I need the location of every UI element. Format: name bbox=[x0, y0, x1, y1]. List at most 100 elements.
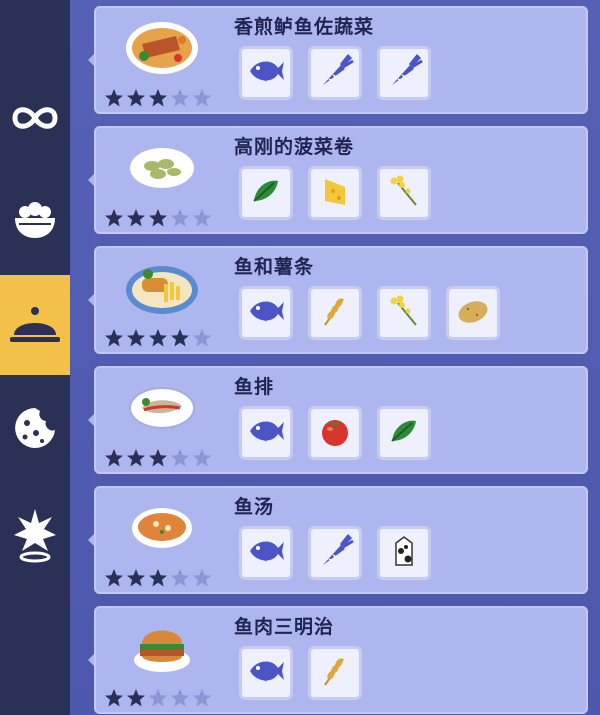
star-empty-icon bbox=[170, 88, 190, 112]
star-empty-icon bbox=[192, 328, 212, 352]
star-rating bbox=[104, 568, 212, 592]
ingredient-slot[interactable] bbox=[308, 166, 362, 220]
star-filled-icon bbox=[126, 208, 146, 232]
card-pointer bbox=[88, 174, 94, 186]
card-pointer bbox=[88, 534, 94, 546]
recipe-name: 高刚的菠菜卷 bbox=[234, 136, 355, 158]
fish-icon bbox=[246, 294, 286, 332]
star-empty-icon bbox=[170, 208, 190, 232]
category-dishes[interactable] bbox=[0, 275, 70, 375]
ingredient-slot[interactable] bbox=[377, 406, 431, 460]
card-pointer bbox=[88, 294, 94, 306]
star-filled-icon bbox=[126, 448, 146, 472]
star-burst-icon bbox=[14, 509, 56, 563]
ingredient-list bbox=[239, 526, 431, 580]
fish-icon bbox=[246, 414, 286, 452]
star-filled-icon bbox=[126, 88, 146, 112]
star-empty-icon bbox=[192, 208, 212, 232]
star-filled-icon bbox=[104, 328, 124, 352]
dish-image bbox=[124, 376, 200, 436]
tomato-icon bbox=[315, 411, 355, 455]
milk-icon bbox=[384, 531, 424, 575]
star-rating bbox=[104, 328, 212, 352]
recipe-list: 香煎鲈鱼佐蔬菜 高刚的菠菜卷 鱼和薯条鱼排鱼汤鱼肉三明治 bbox=[70, 0, 600, 715]
ingredient-slot[interactable] bbox=[308, 406, 362, 460]
category-sidebar bbox=[0, 0, 70, 715]
star-empty-icon bbox=[192, 448, 212, 472]
card-pointer bbox=[88, 414, 94, 426]
fish-icon bbox=[246, 54, 286, 92]
dish-image bbox=[124, 256, 200, 316]
star-filled-icon bbox=[148, 208, 168, 232]
dish-image bbox=[124, 616, 200, 676]
cloche-icon bbox=[10, 307, 60, 342]
fish-icon bbox=[246, 534, 286, 572]
dish-image bbox=[124, 496, 200, 556]
carrot-icon bbox=[315, 531, 355, 575]
ingredient-slot[interactable] bbox=[377, 46, 431, 100]
ingredient-slot[interactable] bbox=[377, 286, 431, 340]
category-infinity[interactable] bbox=[0, 68, 70, 168]
card-pointer bbox=[88, 54, 94, 66]
ingredient-slot[interactable] bbox=[239, 46, 293, 100]
recipe-card[interactable]: 鱼肉三明治 bbox=[88, 606, 588, 714]
star-filled-icon bbox=[148, 448, 168, 472]
ingredient-slot[interactable] bbox=[239, 646, 293, 700]
ingredient-slot[interactable] bbox=[239, 166, 293, 220]
star-filled-icon bbox=[148, 328, 168, 352]
recipe-name: 鱼和薯条 bbox=[234, 256, 315, 278]
recipe-card[interactable]: 高刚的菠菜卷 bbox=[88, 126, 588, 234]
ingredient-list bbox=[239, 646, 362, 700]
star-filled-icon bbox=[126, 328, 146, 352]
wheat-icon bbox=[315, 651, 355, 695]
category-bowl[interactable] bbox=[0, 170, 70, 270]
cookie-icon bbox=[15, 408, 56, 448]
ingredient-list bbox=[239, 46, 431, 100]
ingredient-slot[interactable] bbox=[239, 406, 293, 460]
potato-icon bbox=[453, 291, 493, 335]
star-filled-icon bbox=[148, 88, 168, 112]
dish-image bbox=[124, 136, 200, 196]
ingredient-slot[interactable] bbox=[308, 526, 362, 580]
star-empty-icon bbox=[170, 448, 190, 472]
carrot-icon bbox=[315, 51, 355, 95]
star-filled-icon bbox=[126, 688, 146, 712]
spinach-icon bbox=[246, 171, 286, 215]
recipe-card[interactable]: 香煎鲈鱼佐蔬菜 bbox=[88, 6, 588, 114]
recipe-name: 香煎鲈鱼佐蔬菜 bbox=[234, 16, 375, 38]
ingredient-slot[interactable] bbox=[239, 526, 293, 580]
star-filled-icon bbox=[104, 448, 124, 472]
star-filled-icon bbox=[148, 568, 168, 592]
recipe-name: 鱼排 bbox=[234, 376, 275, 398]
star-empty-icon bbox=[170, 568, 190, 592]
star-filled-icon bbox=[170, 328, 190, 352]
infinity-icon bbox=[12, 107, 58, 129]
recipe-card[interactable]: 鱼排 bbox=[88, 366, 588, 474]
star-filled-icon bbox=[104, 208, 124, 232]
star-filled-icon bbox=[104, 688, 124, 712]
star-rating bbox=[104, 448, 212, 472]
star-rating bbox=[104, 688, 212, 712]
recipe-card[interactable]: 鱼和薯条 bbox=[88, 246, 588, 354]
star-filled-icon bbox=[104, 568, 124, 592]
ingredient-slot[interactable] bbox=[377, 166, 431, 220]
recipe-name: 鱼汤 bbox=[234, 496, 275, 518]
ingredient-slot[interactable] bbox=[308, 46, 362, 100]
rapeseed-flower-icon bbox=[384, 171, 424, 215]
ingredient-slot[interactable] bbox=[239, 286, 293, 340]
ingredient-slot[interactable] bbox=[308, 646, 362, 700]
spinach-icon bbox=[384, 411, 424, 455]
category-special[interactable] bbox=[0, 485, 70, 585]
star-filled-icon bbox=[126, 568, 146, 592]
ingredient-slot[interactable] bbox=[308, 286, 362, 340]
ingredient-list bbox=[239, 406, 431, 460]
carrot-icon bbox=[384, 51, 424, 95]
star-empty-icon bbox=[170, 688, 190, 712]
ingredient-slot[interactable] bbox=[446, 286, 500, 340]
bowl-icon bbox=[15, 202, 55, 238]
category-cookie[interactable] bbox=[0, 378, 70, 478]
recipe-card[interactable]: 鱼汤 bbox=[88, 486, 588, 594]
ingredient-list bbox=[239, 166, 431, 220]
ingredient-slot[interactable] bbox=[377, 526, 431, 580]
cheese-icon bbox=[315, 171, 355, 215]
